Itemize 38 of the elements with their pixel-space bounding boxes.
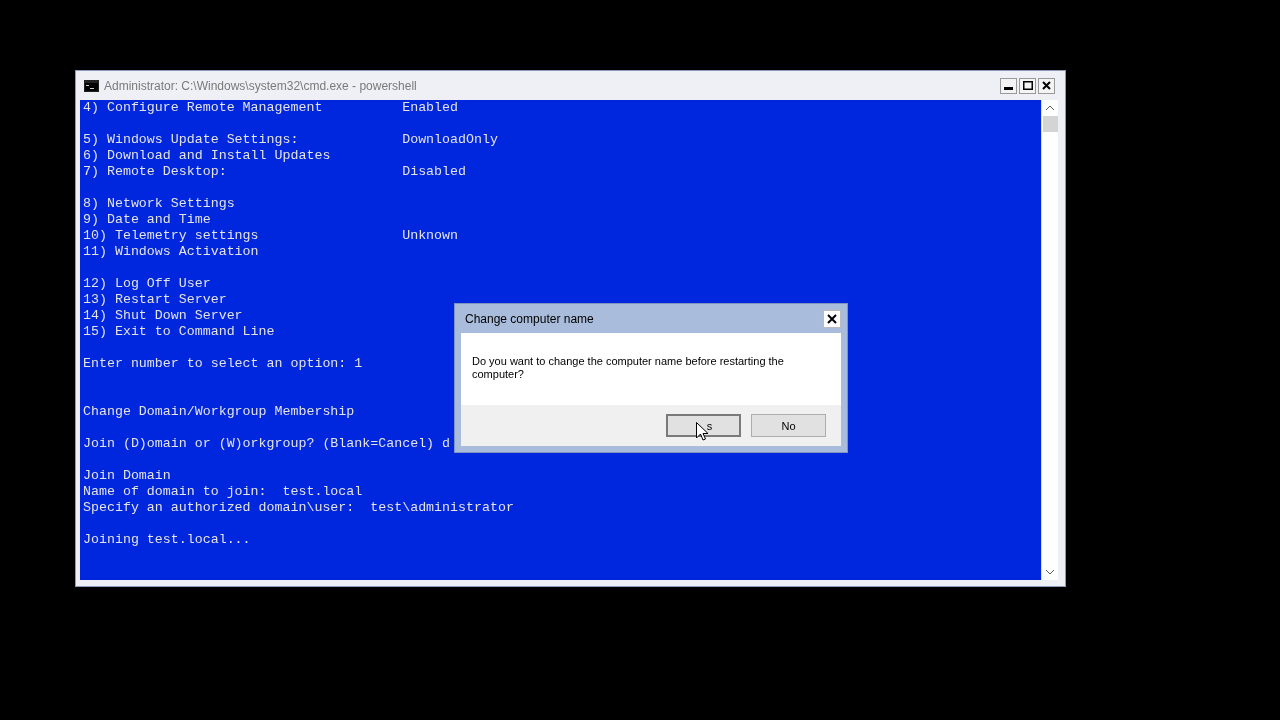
- console-line: 6) Download and Install Updates: [83, 148, 331, 164]
- console-line: 9) Date and Time: [83, 212, 211, 228]
- console-value: Disabled: [402, 164, 466, 180]
- maximize-button[interactable]: [1019, 77, 1036, 94]
- close-icon: [827, 313, 837, 324]
- console-line: 15) Exit to Command Line: [83, 324, 275, 340]
- console-line: Joining test.local...: [83, 532, 251, 548]
- no-button[interactable]: No: [751, 414, 826, 437]
- console-line: Change Domain/Workgroup Membership: [83, 404, 355, 420]
- console-line: 13) Restart Server: [83, 292, 227, 308]
- console-line: Join Domain: [83, 468, 171, 484]
- console-value: Unknown: [402, 228, 459, 244]
- console-line: 11) Windows Activation: [83, 244, 259, 260]
- scrollbar[interactable]: [1041, 100, 1058, 580]
- console-line: 4) Configure Remote Management: [83, 100, 324, 116]
- console-line: Join (D)omain or (W)orkgroup? (Blank=Cancel) d: [83, 436, 451, 452]
- maximize-icon: [1022, 81, 1033, 90]
- close-button[interactable]: [1038, 77, 1055, 94]
- scroll-thumb[interactable]: [1042, 116, 1058, 132]
- close-icon: [1042, 81, 1051, 90]
- window-title: Administrator: C:\Windows\system32\cmd.exe - powershell: [104, 78, 418, 93]
- console-value: Enabled: [402, 100, 459, 116]
- console-line: 7) Remote Desktop:: [83, 164, 228, 180]
- dialog-message: Do you want to change the computer name before restarting the computer?: [472, 355, 784, 380]
- console-value: DownloadOnly: [402, 132, 498, 148]
- minimize-button[interactable]: [1000, 77, 1017, 94]
- console-line: 10) Telemetry settings: [83, 228, 260, 244]
- console-line: 8) Network Settings: [83, 196, 235, 212]
- console-line: Specify an authorized domain\user: test\administrator: [83, 500, 514, 516]
- console-line: 5) Windows Update Settings:: [83, 132, 300, 148]
- close-button[interactable]: [823, 309, 841, 328]
- console-line: 14) Shut Down Server: [83, 308, 243, 324]
- dialog-title: Change computer name: [465, 311, 594, 326]
- console-line: 12) Log Off User: [83, 276, 211, 292]
- console-line: Enter number to select an option: 1: [83, 356, 363, 372]
- console-icon: [84, 79, 99, 92]
- console-line: Name of domain to join: test.local: [83, 484, 363, 500]
- mouse-cursor-icon: [696, 422, 708, 441]
